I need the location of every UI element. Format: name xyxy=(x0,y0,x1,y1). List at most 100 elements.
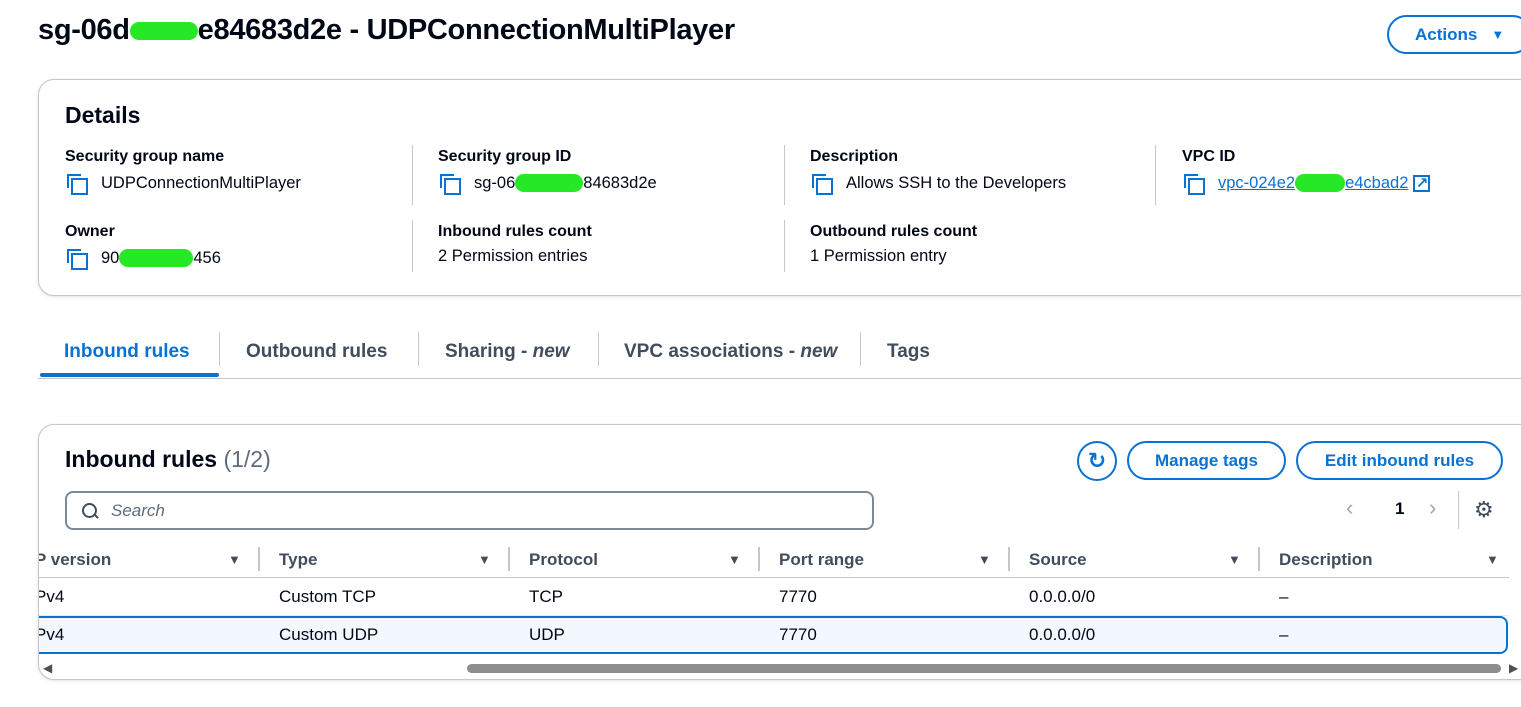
redaction-mark xyxy=(119,249,194,267)
scroll-left-arrow-icon[interactable]: ◀ xyxy=(43,661,52,675)
copy-icon[interactable] xyxy=(438,172,461,195)
chevron-right-icon[interactable]: › xyxy=(1429,495,1436,521)
tab-sharing-label: Sharing - xyxy=(445,341,533,362)
security-group-id-prefix: sg-06 xyxy=(474,173,516,192)
inbound-count-field: Inbound rules count 2 Permission entries xyxy=(438,223,592,266)
column-resizer[interactable] xyxy=(758,547,760,571)
copy-icon[interactable] xyxy=(810,172,833,195)
caret-down-icon: ▼ xyxy=(1491,27,1505,42)
cell-ip-version: Pv4 xyxy=(39,625,65,644)
column-header-ip-version[interactable]: P version xyxy=(39,541,111,578)
inbound-count-value: 2 Permission entries xyxy=(438,247,588,265)
column-header-source[interactable]: Source xyxy=(1029,541,1087,578)
table-row-selected[interactable]: Pv4 Custom UDP UDP 7770 0.0.0.0/0 – xyxy=(39,616,1508,654)
chevron-left-icon[interactable]: ‹ xyxy=(1346,495,1353,521)
column-resizer[interactable] xyxy=(1258,547,1260,571)
caret-down-icon[interactable]: ▼ xyxy=(478,552,491,567)
column-divider xyxy=(784,220,785,272)
refresh-icon: ↻ xyxy=(1087,448,1107,473)
description-value: Allows SSH to the Developers xyxy=(846,173,1067,192)
tab-sharing[interactable]: Sharing - new xyxy=(445,325,570,379)
inbound-rules-heading: Inbound rules (1/2) xyxy=(65,446,271,473)
column-header-port-range[interactable]: Port range xyxy=(779,541,864,578)
search-field[interactable] xyxy=(65,491,874,530)
caret-down-icon[interactable]: ▼ xyxy=(1486,552,1499,567)
tab-separator xyxy=(418,332,419,366)
scrollbar-thumb[interactable] xyxy=(467,664,1501,673)
cell-port-range: 7770 xyxy=(779,587,817,606)
caret-down-icon[interactable]: ▼ xyxy=(228,552,241,567)
inbound-rules-panel: Inbound rules (1/2) ↻ Manage tags Edit i… xyxy=(38,424,1521,680)
tab-separator xyxy=(860,332,861,366)
edit-inbound-rules-button[interactable]: Edit inbound rules xyxy=(1296,441,1503,480)
cell-type: Custom UDP xyxy=(279,625,379,644)
page-title: sg-06d e84683d2e - UDPConnectionMultiPlay… xyxy=(38,14,735,47)
copy-icon[interactable] xyxy=(65,247,88,270)
column-divider xyxy=(784,145,785,205)
inbound-rules-table: P version ▼ Type ▼ Protocol ▼ Port range… xyxy=(39,541,1509,654)
table-header: P version ▼ Type ▼ Protocol ▼ Port range… xyxy=(39,541,1509,578)
owner-value-row: 90 456 xyxy=(65,247,221,270)
tab-vpc-associations[interactable]: VPC associations - new xyxy=(624,325,837,379)
security-group-name-value: UDPConnectionMultiPlayer xyxy=(101,173,301,192)
details-panel: Details Security group name UDPConnectio… xyxy=(38,79,1521,296)
tab-tags[interactable]: Tags xyxy=(887,325,930,379)
cell-description: – xyxy=(1279,625,1289,644)
tab-inbound-rules[interactable]: Inbound rules xyxy=(64,325,190,379)
search-input[interactable] xyxy=(111,500,811,521)
vpc-id-suffix: e4cbad2 xyxy=(1345,173,1409,192)
security-group-id-label: Security group ID xyxy=(438,148,572,165)
actions-label: Actions xyxy=(1415,24,1478,44)
tab-separator xyxy=(219,332,220,366)
copy-icon[interactable] xyxy=(65,172,88,195)
vpc-id-value-row: vpc-024e2 e4cbad2 ↗ xyxy=(1182,172,1431,195)
copy-icon[interactable] xyxy=(1182,172,1205,195)
owner-field: Owner 90 456 xyxy=(65,223,221,270)
description-label: Description xyxy=(810,148,899,165)
outbound-count-field: Outbound rules count 1 Permission entry xyxy=(810,223,977,266)
security-group-name-field: Security group name UDPConnectionMultiPl… xyxy=(65,148,301,195)
column-divider xyxy=(412,145,413,205)
security-group-name-label: Security group name xyxy=(65,148,225,165)
vpc-id-label: VPC ID xyxy=(1182,148,1236,165)
redaction-mark xyxy=(129,22,198,41)
search-icon xyxy=(81,502,99,520)
gear-icon[interactable]: ⚙ xyxy=(1474,497,1494,523)
refresh-button[interactable]: ↻ xyxy=(1077,441,1117,481)
cell-type: Custom TCP xyxy=(279,587,376,606)
caret-down-icon[interactable]: ▼ xyxy=(1228,552,1241,567)
tab-separator xyxy=(598,332,599,366)
horizontal-scrollbar[interactable]: ◀ ▶ xyxy=(39,661,1521,677)
table-row[interactable]: Pv4 Custom TCP TCP 7770 0.0.0.0/0 – xyxy=(39,578,1509,616)
caret-down-icon[interactable]: ▼ xyxy=(728,552,741,567)
security-group-name-value-row: UDPConnectionMultiPlayer xyxy=(65,172,301,195)
inbound-rules-title: Inbound rules xyxy=(65,446,218,472)
actions-button[interactable]: Actions ▼ xyxy=(1387,15,1521,54)
security-group-id-value-row: sg-06 84683d2e xyxy=(438,172,657,195)
tab-bar: Inbound rules Outbound rules Sharing - n… xyxy=(38,325,1521,379)
column-header-type[interactable]: Type xyxy=(279,541,317,578)
cell-source: 0.0.0.0/0 xyxy=(1029,587,1096,606)
tab-outbound-rules[interactable]: Outbound rules xyxy=(246,325,387,379)
details-heading: Details xyxy=(65,102,141,128)
column-resizer[interactable] xyxy=(1008,547,1010,571)
cell-protocol: UDP xyxy=(529,625,565,644)
column-header-description[interactable]: Description xyxy=(1279,541,1373,578)
vpc-id-field: VPC ID vpc-024e2 e4cbad2 ↗ xyxy=(1182,148,1431,195)
column-resizer[interactable] xyxy=(508,547,510,571)
column-resizer[interactable] xyxy=(258,547,260,571)
manage-tags-button[interactable]: Manage tags xyxy=(1127,441,1286,480)
active-tab-indicator xyxy=(40,373,219,377)
vpc-id-link[interactable]: vpc-024e2 e4cbad2 xyxy=(1218,174,1408,193)
tab-vpc-associations-new: new xyxy=(800,341,838,362)
cell-protocol: TCP xyxy=(529,587,563,606)
external-link-icon[interactable]: ↗ xyxy=(1413,174,1431,192)
scroll-right-arrow-icon[interactable]: ▶ xyxy=(1509,661,1518,675)
outbound-count-label: Outbound rules count xyxy=(810,223,978,240)
description-field: Description Allows SSH to the Developers xyxy=(810,148,1067,195)
page-number[interactable]: 1 xyxy=(1395,499,1404,519)
outbound-count-value: 1 Permission entry xyxy=(810,247,947,265)
cell-description: – xyxy=(1279,587,1289,606)
column-header-protocol[interactable]: Protocol xyxy=(529,541,598,578)
caret-down-icon[interactable]: ▼ xyxy=(978,552,991,567)
